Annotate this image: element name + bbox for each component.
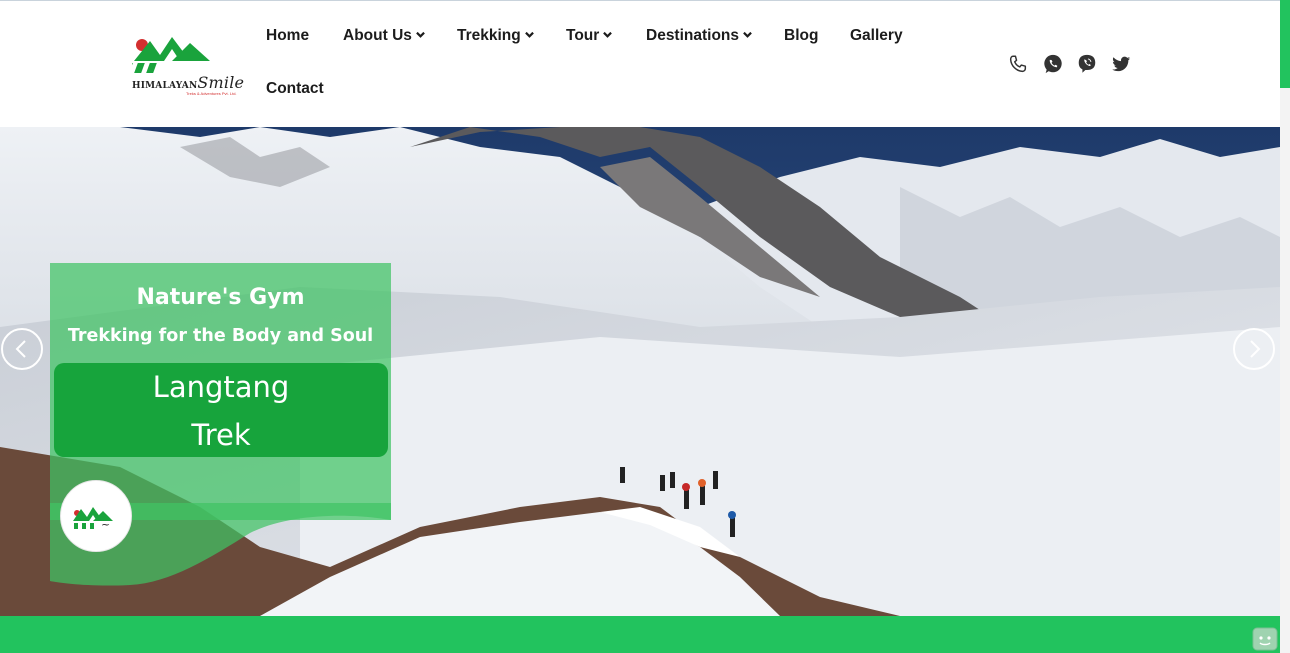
chevron-down-icon (603, 31, 613, 38)
whatsapp-icon[interactable] (1042, 53, 1066, 77)
mini-logo-icon: ~ (73, 507, 113, 531)
nav-trekking[interactable]: Trekking (457, 27, 534, 45)
logo-brand-name: HIMALAYAN (132, 81, 198, 91)
trek-name-box: Langtang Trek (54, 363, 388, 457)
promo-card[interactable]: Nature's Gym Trekking for the Body and S… (50, 263, 391, 588)
trek-name-line2: Trek (191, 418, 251, 452)
hero-slider: Nature's Gym Trekking for the Body and S… (0, 127, 1280, 616)
slider-next-button[interactable] (1233, 328, 1275, 370)
slider-prev-button[interactable] (1, 328, 43, 370)
promo-logo-badge: ~ (60, 480, 132, 552)
nav-about-us[interactable]: About Us (343, 27, 425, 45)
mountain-logo-icon (122, 37, 210, 73)
twitter-icon[interactable] (1110, 53, 1134, 77)
chevron-down-icon (416, 31, 425, 38)
promo-subtitle: Trekking for the Body and Soul (67, 326, 374, 346)
chevron-down-icon (743, 31, 752, 38)
logo-brand-script: Smile (197, 73, 245, 92)
scrollbar[interactable] (1280, 0, 1290, 653)
nav-gallery[interactable]: Gallery (850, 27, 903, 45)
section-green-bar (0, 616, 1280, 653)
nav-contact[interactable]: Contact (266, 80, 324, 98)
chat-widget-icon[interactable] (1252, 627, 1278, 653)
chevron-down-icon (524, 31, 534, 38)
nav-tour[interactable]: Tour (566, 27, 613, 45)
scrollbar-thumb[interactable] (1280, 0, 1290, 88)
viber-icon[interactable] (1076, 53, 1100, 77)
logo-tagline: Treks & Adventures Pvt. Ltd. (186, 91, 237, 96)
site-header: HIMALAYANSmile Treks & Adventures Pvt. L… (0, 0, 1280, 127)
nav-blog[interactable]: Blog (784, 27, 818, 45)
chevron-right-icon (1250, 340, 1261, 358)
phone-icon[interactable] (1007, 53, 1031, 77)
nav-destinations[interactable]: Destinations (646, 27, 752, 45)
site-logo[interactable]: HIMALAYANSmile Treks & Adventures Pvt. L… (122, 35, 244, 97)
promo-title: Nature's Gym (136, 285, 305, 310)
chevron-left-icon (15, 340, 26, 358)
svg-text:~: ~ (101, 518, 110, 531)
nav-home[interactable]: Home (266, 27, 309, 45)
trek-name-line1: Langtang (152, 370, 290, 404)
